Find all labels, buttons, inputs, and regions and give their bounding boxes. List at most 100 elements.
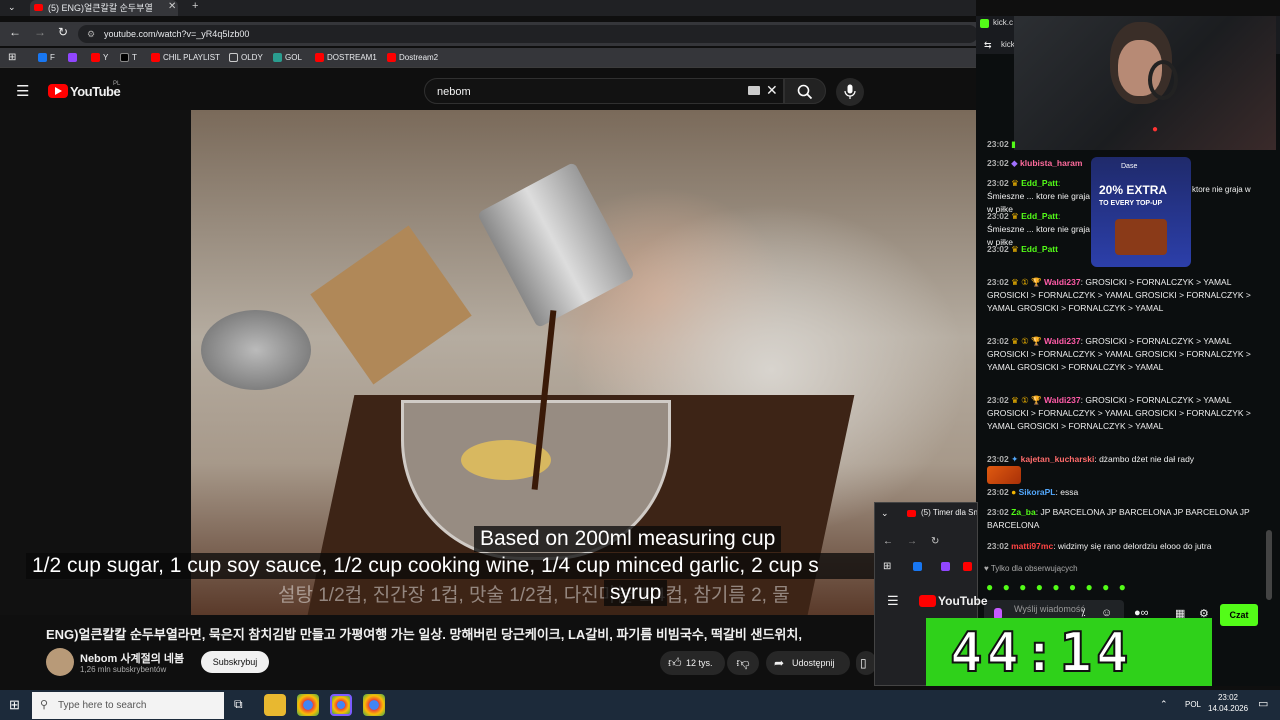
tab-list-icon[interactable]: ⌄ <box>8 2 16 13</box>
windows-start-icon[interactable]: ⊞ <box>9 697 20 713</box>
reload-icon[interactable]: ↻ <box>931 536 939 547</box>
subtitle-line-1: Based on 200ml measuring cup <box>474 526 782 552</box>
twitch-icon[interactable] <box>941 562 950 571</box>
youtube-favicon-icon <box>907 510 916 517</box>
chat-username[interactable]: Edd_Patt <box>1021 211 1058 221</box>
chat-username[interactable]: Waldi237 <box>1044 277 1081 287</box>
facebook-icon[interactable] <box>913 562 922 571</box>
chat-text-tail: ktore nie graja w <box>1192 185 1251 194</box>
back-icon[interactable]: ← <box>9 25 21 39</box>
chat-username[interactable]: Waldi237 <box>1044 395 1081 405</box>
like-button[interactable]: 👍︎ 12 tys. <box>660 651 725 675</box>
chevron-down-icon[interactable]: ⌄ <box>881 508 889 519</box>
chat-username[interactable]: Edd_Patt <box>1021 178 1058 188</box>
thumbs-down-icon: 👎︎ <box>736 655 750 670</box>
youtube-logo-icon[interactable] <box>919 595 936 607</box>
clear-search-icon[interactable]: ✕ <box>766 82 778 99</box>
send-chat-button[interactable]: Czat <box>1220 604 1258 626</box>
bookmark-oldy[interactable]: OLDY <box>229 52 263 64</box>
followers-only-notice: ♥ Tylko dla obserwujących <box>984 564 1078 573</box>
chat-message: 23:02 ♛ ① 🏆 Waldi237: GROSICKI > FORNALC… <box>987 336 1251 372</box>
apps-grid-icon[interactable]: ⊞ <box>883 561 891 572</box>
search-input[interactable]: nebom <box>424 78 784 104</box>
chrome-profile-icon[interactable] <box>330 694 352 716</box>
chat-username[interactable]: Za_ba <box>1011 507 1036 517</box>
bookmark-dostream2[interactable]: Dostream2 <box>387 52 438 64</box>
taskbar-search[interactable]: ⚲ Type here to search <box>32 692 224 719</box>
apps-grid-icon[interactable]: ⊞ <box>8 52 16 63</box>
measuring-cup <box>476 161 636 329</box>
channel-avatar[interactable] <box>46 648 74 676</box>
subtitle-line-3: syrup <box>604 580 668 606</box>
bookmarks-bar <box>0 48 976 68</box>
subtitle-line-2: 1/2 cup sugar, 1 cup soy sauce, 1/2 cup … <box>26 553 976 579</box>
subscribe-button[interactable]: Subskrybuj <box>201 651 269 673</box>
search-icon <box>797 84 813 100</box>
bookmark-dostream1[interactable]: DOSTREAM1 <box>315 52 377 64</box>
twitch-icon <box>68 53 77 62</box>
chrome-icon[interactable] <box>297 694 319 716</box>
menu-icon[interactable]: ☰ <box>16 82 29 100</box>
chat-username[interactable]: SikoraPL <box>1019 487 1056 497</box>
bookmark-f[interactable]: F <box>38 52 55 64</box>
chat-username[interactable]: klubista_haram <box>1020 158 1082 168</box>
youtube-logo-text[interactable]: YouTube <box>938 594 988 608</box>
back-icon[interactable]: ← <box>883 536 893 547</box>
chat-username[interactable]: kajetan_kucharski <box>1021 454 1095 464</box>
share-button[interactable]: ➦ Udostępnij <box>766 651 850 675</box>
reload-icon[interactable]: ↻ <box>58 25 68 39</box>
chat-scrollbar[interactable] <box>1266 530 1272 600</box>
chat-username[interactable]: matti97mc <box>1011 541 1053 551</box>
chat-message: 23:02 ▮ <box>987 139 1016 149</box>
menu-icon[interactable]: ☰ <box>887 593 899 609</box>
forward-icon[interactable]: → <box>34 25 46 39</box>
search-button[interactable] <box>784 78 826 104</box>
facebook-icon <box>38 53 47 62</box>
voice-search-button[interactable] <box>836 78 864 106</box>
youtube-icon[interactable] <box>963 562 972 571</box>
language-indicator[interactable]: POL <box>1185 700 1201 709</box>
forward-icon[interactable]: → <box>907 536 917 547</box>
bookmark-y[interactable]: Y <box>91 52 108 64</box>
chat-message: 23:02 ♛ ① 🏆 Waldi237: GROSICKI > FORNALC… <box>987 277 1251 313</box>
chat-username[interactable]: Edd_Patt <box>1021 244 1058 254</box>
site-info-icon[interactable]: ⚙ <box>87 25 95 43</box>
share-icon: ➦ <box>774 656 785 670</box>
channel-name[interactable]: Nebom 사계절의 네봄 <box>80 650 184 666</box>
tab-close-icon[interactable]: ✕ <box>168 1 176 12</box>
timer-digits: 44:14 <box>949 620 1133 685</box>
youtube-logo-icon[interactable] <box>48 84 68 98</box>
kick-tab-title[interactable]: kick.c <box>993 18 1013 27</box>
ad-banner[interactable]: Dase 20% EXTRA TO EVERY TOP-UP <box>1091 157 1191 267</box>
timer-tab-title[interactable]: (5) Timer dla Sn <box>921 508 977 517</box>
chat-message: 23:02 ♛ Edd_Patt <box>987 244 1058 254</box>
chat-username[interactable]: Waldi237 <box>1044 336 1081 346</box>
youtube-favicon-icon <box>34 4 43 11</box>
bookmark-twitch[interactable] <box>68 52 80 64</box>
file-explorer-icon[interactable] <box>264 694 286 716</box>
logo-region: PL <box>113 81 121 87</box>
emote-bar[interactable]: ● ● ● ● ● ● ● ● ● <box>986 580 1166 594</box>
youtube-icon <box>91 53 100 62</box>
x-icon <box>120 53 129 62</box>
task-view-icon[interactable]: ⧉ <box>234 697 243 712</box>
tab-youtube[interactable]: (5) ENG)얼큰칼칼 순두부열 <box>30 0 178 16</box>
bookmark-chil-playlist[interactable]: CHIL PLAYLIST <box>151 52 220 64</box>
chrome-alt-icon[interactable] <box>363 694 385 716</box>
notification-icon[interactable]: ▭ <box>1258 697 1268 710</box>
address-bar[interactable]: ⚙ youtube.com/watch?v=_yR4q5Izb00 <box>78 25 978 43</box>
chat-message: 23:02 Za_ba: JP BARCELONA JP BARCELONA J… <box>987 507 1250 530</box>
chat-message: 23:02 ♛ ① 🏆 Waldi237: GROSICKI > FORNALC… <box>987 395 1251 431</box>
taskbar-clock[interactable]: 23:02 14.04.2026 <box>1208 692 1248 714</box>
bookmark-t[interactable]: T <box>120 52 137 64</box>
bookmark-gol[interactable]: GOL <box>273 52 302 64</box>
kick-url[interactable]: kick <box>1001 40 1015 49</box>
keyboard-icon[interactable] <box>748 86 760 95</box>
settings-sliders-icon[interactable]: ⇆ <box>984 40 992 51</box>
tray-chevron-icon[interactable]: ⌃ <box>1160 699 1168 710</box>
new-tab-icon[interactable]: + <box>192 0 198 12</box>
burned-korean-caption: 설탕 1/2컵, 진간장 1컵, 맛술 1/2컵, 다진마늘 1/4컵, 참기름… <box>278 585 790 606</box>
dislike-button[interactable]: 👎︎ <box>727 651 759 675</box>
save-button[interactable]: ▯ <box>856 651 876 675</box>
tab-bar: ⌄ (5) ENG)얼큰칼칼 순두부열 ✕ + <box>0 0 976 16</box>
